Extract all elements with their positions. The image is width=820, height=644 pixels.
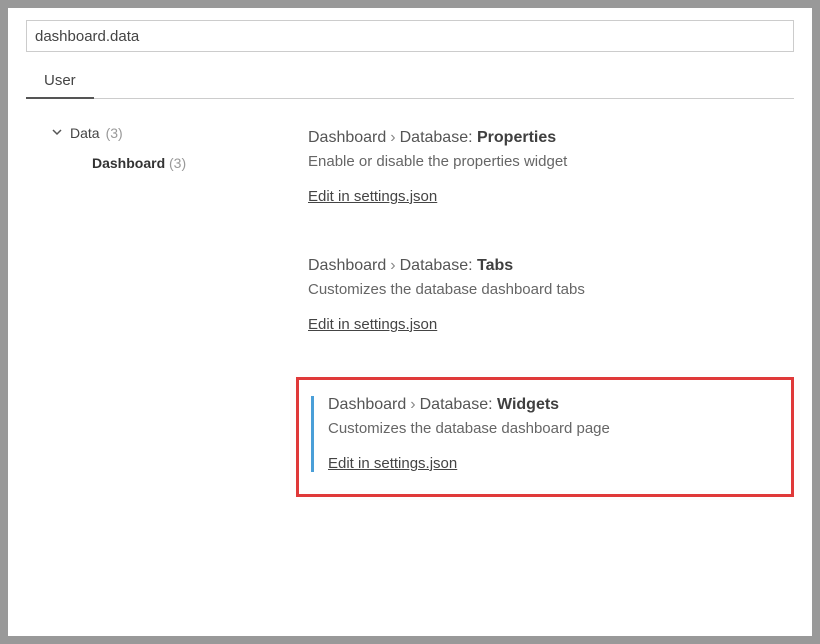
settings-search-input[interactable] <box>26 20 794 52</box>
setting-title: Dashboard›Database: Properties <box>308 129 782 147</box>
setting-crumb1: Dashboard <box>308 257 386 274</box>
edit-in-settings-json-link[interactable]: Edit in settings.json <box>328 455 457 472</box>
settings-content: Dashboard›Database: Properties Enable or… <box>296 117 794 636</box>
setting-crumb2: Database: <box>400 257 473 274</box>
setting-crumb2: Database: <box>400 129 473 146</box>
chevron-down-icon <box>50 126 64 141</box>
setting-inner-selected: Dashboard›Database: Widgets Customizes t… <box>311 396 775 472</box>
settings-body: Data (3) Dashboard (3) Dashboard›Databas… <box>8 99 812 636</box>
sidebar-group-data[interactable]: Data (3) <box>50 121 296 145</box>
setting-title: Dashboard›Database: Widgets <box>328 396 775 414</box>
search-wrap <box>8 8 812 52</box>
sidebar-sub-dashboard[interactable]: Dashboard (3) <box>50 145 296 171</box>
edit-in-settings-json-link[interactable]: Edit in settings.json <box>308 188 437 205</box>
sidebar-group-count: (3) <box>106 125 123 141</box>
edit-in-settings-json-link[interactable]: Edit in settings.json <box>308 316 437 333</box>
setting-tabs: Dashboard›Database: Tabs Customizes the … <box>296 249 794 353</box>
sidebar-sub-label: Dashboard <box>92 155 165 171</box>
setting-properties: Dashboard›Database: Properties Enable or… <box>296 121 794 225</box>
settings-sidebar: Data (3) Dashboard (3) <box>26 117 296 636</box>
tab-user[interactable]: User <box>26 64 94 99</box>
breadcrumb-separator: › <box>386 129 399 146</box>
setting-desc: Enable or disable the properties widget <box>308 153 782 170</box>
settings-window: User Data (3) Dashboard (3) Dashboard›Da… <box>8 8 812 636</box>
tabs-row: User <box>8 52 812 99</box>
breadcrumb-separator: › <box>386 257 399 274</box>
setting-name: Tabs <box>477 257 513 274</box>
setting-crumb1: Dashboard <box>308 129 386 146</box>
setting-name: Properties <box>477 129 556 146</box>
setting-desc: Customizes the database dashboard tabs <box>308 281 782 298</box>
tabs-underline: User <box>26 64 794 99</box>
setting-widgets-highlighted: Dashboard›Database: Widgets Customizes t… <box>296 377 794 497</box>
sidebar-sub-count: (3) <box>169 155 186 171</box>
setting-name: Widgets <box>497 396 559 413</box>
sidebar-group-label: Data <box>70 125 100 141</box>
breadcrumb-separator: › <box>406 396 419 413</box>
setting-crumb2: Database: <box>420 396 493 413</box>
setting-title: Dashboard›Database: Tabs <box>308 257 782 275</box>
setting-crumb1: Dashboard <box>328 396 406 413</box>
setting-desc: Customizes the database dashboard page <box>328 420 775 437</box>
